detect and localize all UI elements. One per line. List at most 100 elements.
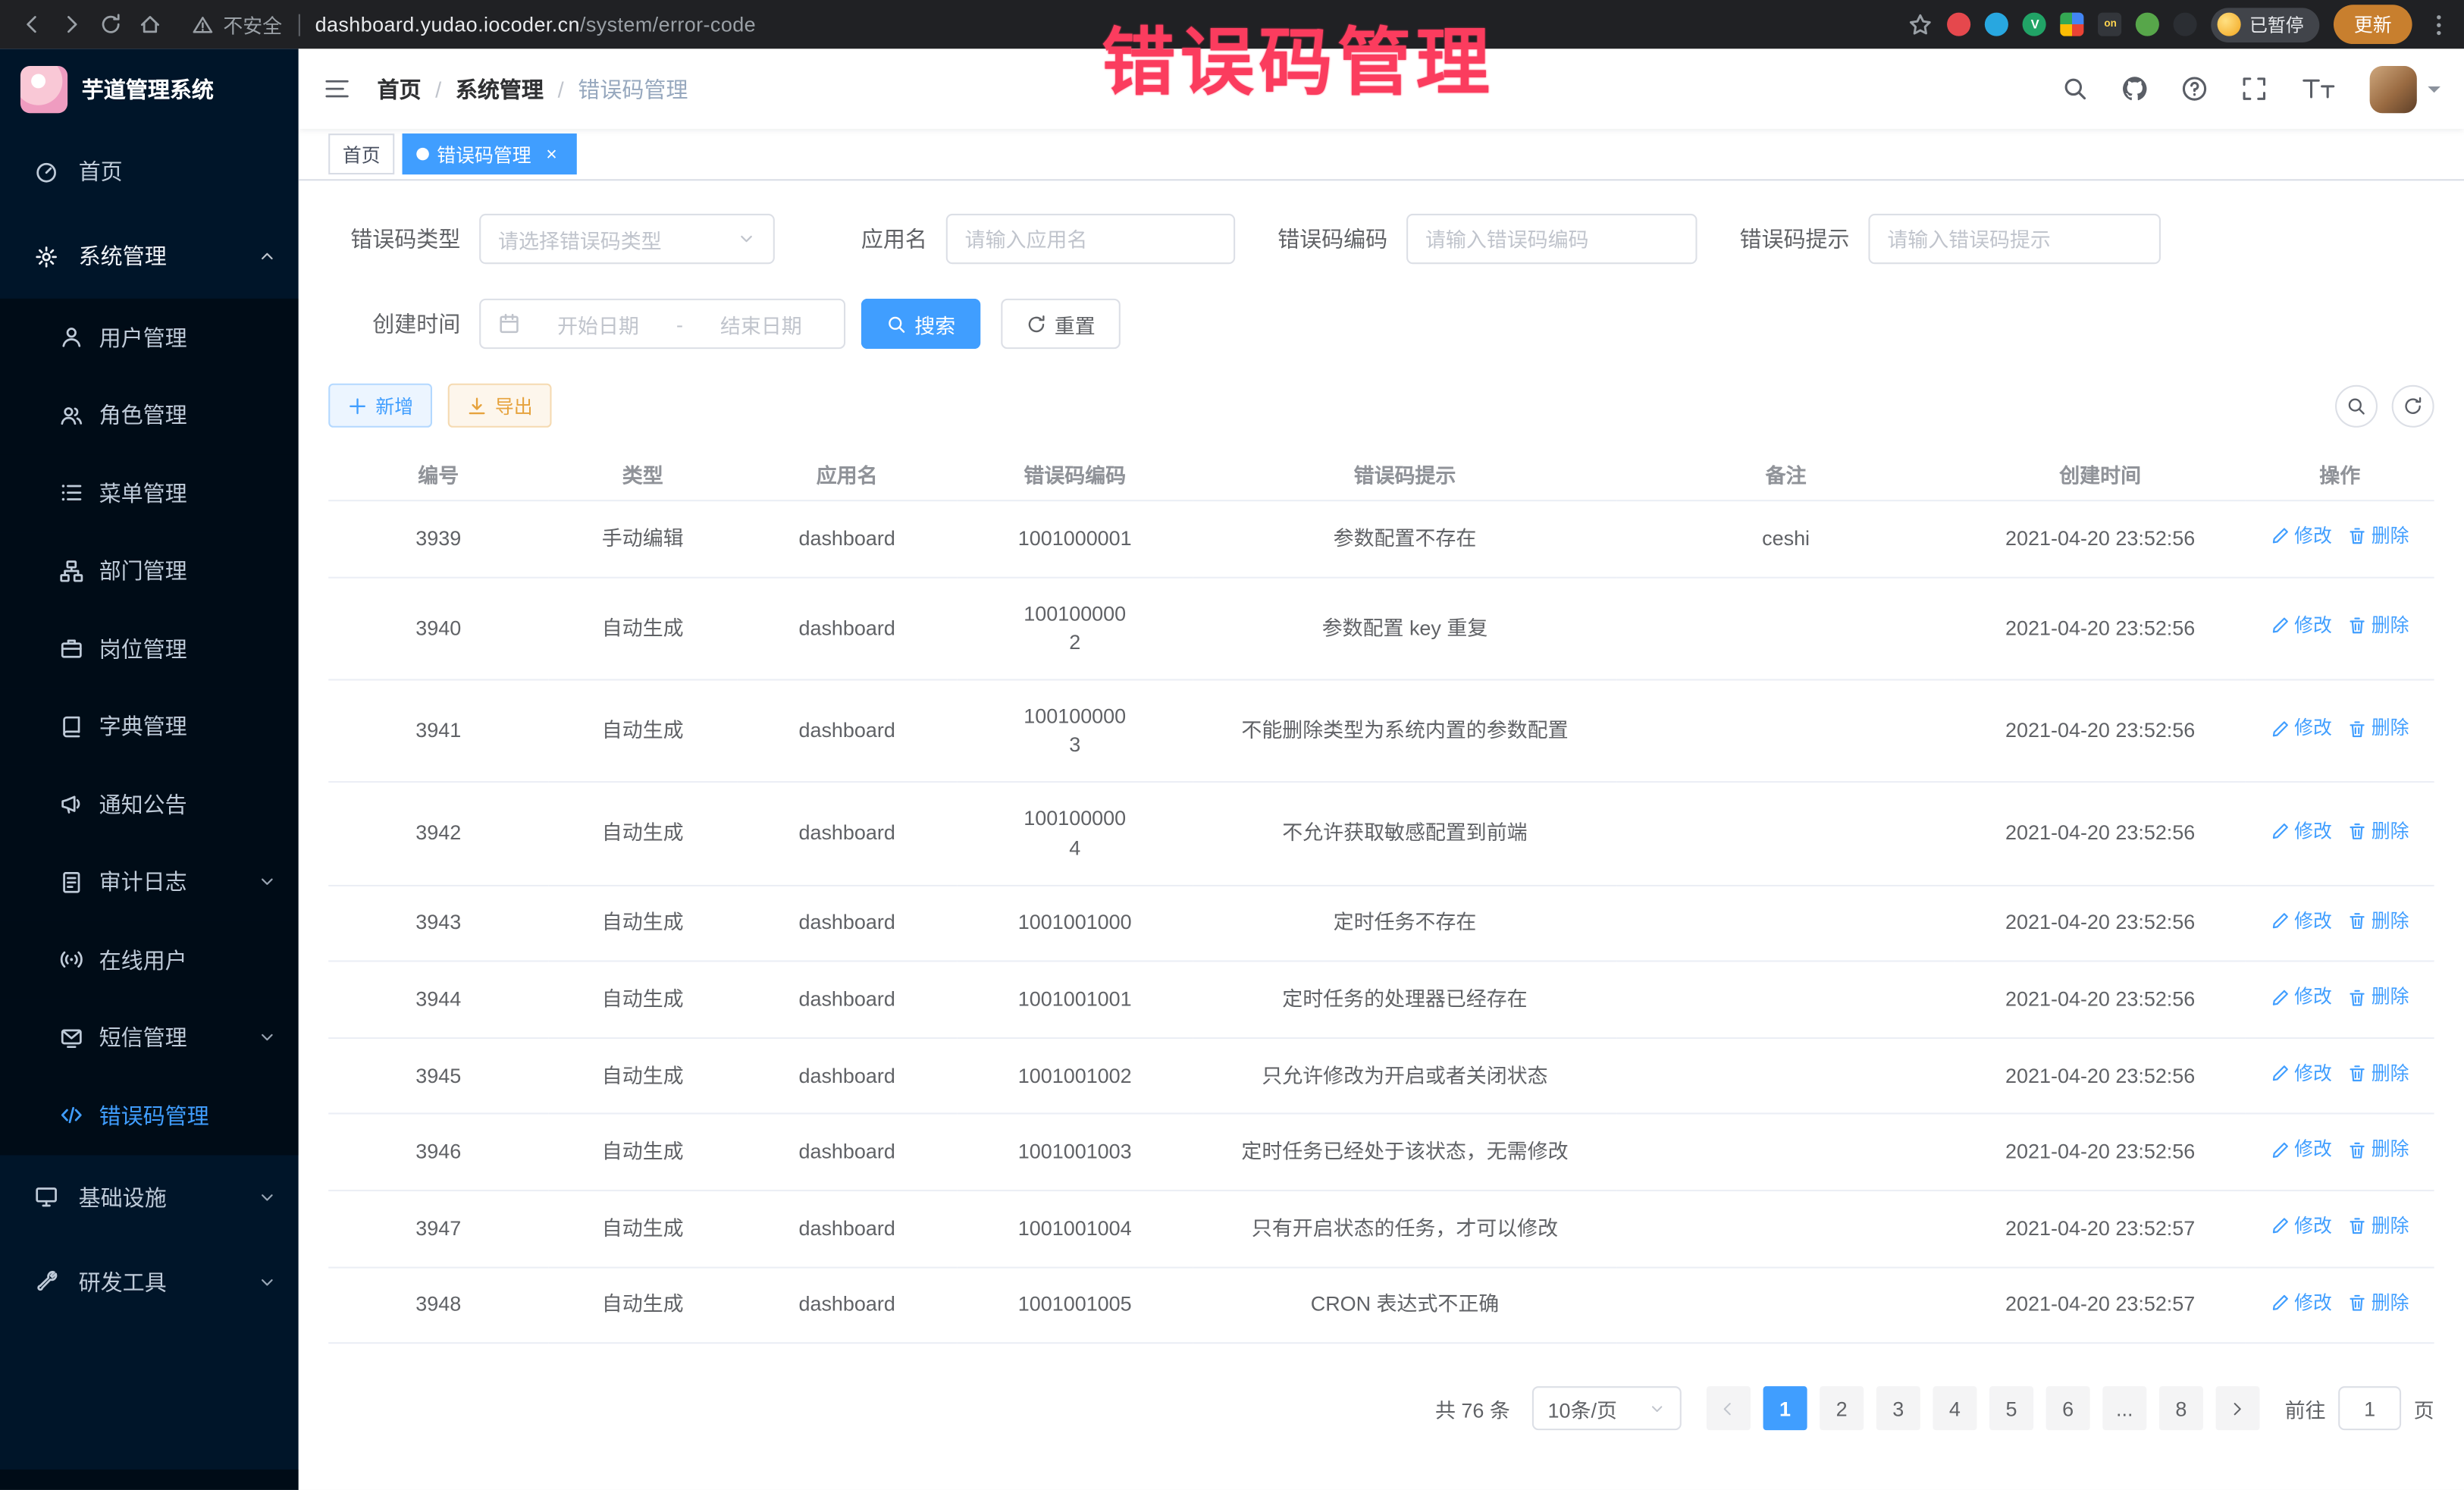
tag-item[interactable]: 首页	[328, 133, 394, 174]
extension-icon[interactable]	[2136, 13, 2160, 36]
extension-icon[interactable]	[1986, 13, 2009, 36]
sidebar-item[interactable]: 系统管理	[0, 214, 299, 299]
reset-button[interactable]: 重置	[1001, 299, 1121, 349]
extension-icon[interactable]: on	[2099, 13, 2122, 36]
header-search-icon[interactable]	[2061, 75, 2088, 102]
sidebar-menu: 首页系统管理用户管理角色管理菜单管理部门管理岗位管理字典管理通知公告审计日志在线…	[0, 129, 299, 1470]
edit-link[interactable]: 修改	[2271, 1290, 2332, 1316]
profile-paused-chip[interactable]: 已暂停	[2212, 7, 2319, 42]
prev-page-button[interactable]	[1707, 1386, 1751, 1430]
extension-icon[interactable]	[2061, 13, 2084, 36]
sidebar-item[interactable]: 岗位管理	[0, 610, 299, 688]
sidebar-item[interactable]: 菜单管理	[0, 454, 299, 532]
delete-link[interactable]: 删除	[2348, 1137, 2409, 1163]
date-range-picker[interactable]: 开始日期 - 结束日期	[479, 299, 845, 349]
edit-link[interactable]: 修改	[2271, 908, 2332, 934]
column-header: 类型	[548, 448, 737, 500]
browser-menu-icon[interactable]	[2426, 12, 2451, 37]
delete-link[interactable]: 删除	[2348, 908, 2409, 934]
sidebar-item[interactable]: 短信管理	[0, 999, 299, 1077]
browser-update-button[interactable]: 更新	[2334, 5, 2412, 44]
error-hint-input[interactable]	[1868, 214, 2161, 264]
page-button[interactable]: 8	[2159, 1386, 2203, 1430]
edit-link[interactable]: 修改	[2271, 984, 2332, 1011]
page-ellipsis-button[interactable]: ...	[2102, 1386, 2146, 1430]
delete-link[interactable]: 删除	[2348, 523, 2409, 550]
table-row: 3948自动生成dashboard1001001005CRON 表达式不正确20…	[328, 1267, 2434, 1344]
delete-link[interactable]: 删除	[2348, 1290, 2409, 1316]
sidebar-item[interactable]: 字典管理	[0, 688, 299, 766]
site-security-chip[interactable]: 不安全	[192, 9, 282, 39]
font-size-icon[interactable]	[2300, 75, 2337, 102]
edit-link[interactable]: 修改	[2271, 818, 2332, 845]
fullscreen-icon[interactable]	[2241, 75, 2268, 102]
help-icon[interactable]	[2181, 75, 2208, 102]
tag-item[interactable]: 错误码管理×	[403, 133, 577, 174]
extension-icon[interactable]	[1948, 13, 1971, 36]
browser-forward-button[interactable]	[52, 5, 91, 44]
error-code-input[interactable]	[1406, 214, 1697, 264]
edit-link[interactable]: 修改	[2271, 523, 2332, 550]
delete-link[interactable]: 删除	[2348, 613, 2409, 639]
briefcase-icon	[60, 637, 83, 660]
delete-link[interactable]: 删除	[2348, 1213, 2409, 1240]
page-button[interactable]: 1	[1763, 1386, 1807, 1430]
sidebar-item-label: 系统管理	[79, 240, 167, 271]
github-icon[interactable]	[2121, 75, 2148, 102]
browser-reload-button[interactable]	[91, 5, 130, 44]
cell-msg: 参数配置 key 重复	[1193, 577, 1617, 680]
sidebar-item[interactable]: 首页	[0, 129, 299, 214]
delete-link[interactable]: 删除	[2348, 716, 2409, 742]
next-page-button[interactable]	[2215, 1386, 2259, 1430]
sidebar-item[interactable]: 部门管理	[0, 532, 299, 610]
app-name-input[interactable]	[946, 214, 1235, 264]
sidebar-item[interactable]: 审计日志	[0, 843, 299, 921]
user-avatar-menu[interactable]	[2370, 65, 2440, 112]
sidebar-item[interactable]: 在线用户	[0, 921, 299, 999]
edit-link[interactable]: 修改	[2271, 613, 2332, 639]
delete-link[interactable]: 删除	[2348, 984, 2409, 1011]
edit-link[interactable]: 修改	[2271, 716, 2332, 742]
delete-link[interactable]: 删除	[2348, 818, 2409, 845]
page-button[interactable]: 6	[2046, 1386, 2090, 1430]
page-button[interactable]: 3	[1876, 1386, 1920, 1430]
search-button-label: 搜索	[914, 309, 955, 338]
hamburger-icon[interactable]	[322, 74, 352, 103]
edit-link[interactable]: 修改	[2271, 1061, 2332, 1087]
sidebar-item[interactable]: 角色管理	[0, 376, 299, 454]
extension-icon[interactable]: V	[2024, 13, 2047, 36]
delete-link[interactable]: 删除	[2348, 1061, 2409, 1087]
sidebar-item[interactable]: 基础设施	[0, 1154, 299, 1239]
refresh-table-button[interactable]	[2392, 384, 2434, 427]
dashboard-icon	[35, 159, 58, 183]
error-type-select[interactable]: 请选择错误码类型	[479, 214, 775, 264]
tag-close-icon[interactable]: ×	[541, 143, 563, 165]
page-button[interactable]: 2	[1820, 1386, 1864, 1430]
sidebar-item[interactable]: 通知公告	[0, 765, 299, 843]
browser-back-button[interactable]	[13, 5, 52, 44]
toggle-search-button[interactable]	[2335, 384, 2378, 427]
page-size-select[interactable]: 10条/页	[1532, 1386, 1682, 1430]
browser-home-button[interactable]	[130, 5, 170, 44]
extension-icon[interactable]	[2174, 13, 2198, 36]
sidebar-item[interactable]: 错误码管理	[0, 1077, 299, 1155]
export-button[interactable]: 导出	[448, 384, 552, 428]
breadcrumb-item[interactable]: 首页	[377, 73, 421, 104]
goto-page-input[interactable]	[2338, 1386, 2401, 1430]
refresh-icon	[2403, 395, 2423, 416]
breadcrumb-item[interactable]: 系统管理	[456, 73, 544, 104]
address-bar[interactable]: dashboard.yudao.iocoder.cn/system/error-…	[315, 13, 756, 36]
page-button[interactable]: 4	[1933, 1386, 1977, 1430]
paused-label: 已暂停	[2249, 12, 2304, 37]
sidebar-item[interactable]: 用户管理	[0, 299, 299, 377]
sidebar-collapse-area[interactable]	[0, 1470, 299, 1490]
sidebar-item[interactable]: 研发工具	[0, 1239, 299, 1324]
search-button[interactable]: 搜索	[861, 299, 981, 349]
page-button[interactable]: 5	[1989, 1386, 2033, 1430]
edit-link[interactable]: 修改	[2271, 1137, 2332, 1163]
edit-link[interactable]: 修改	[2271, 1213, 2332, 1240]
error-type-label: 错误码类型	[328, 223, 479, 254]
app-logo[interactable]: 芋道管理系统	[0, 49, 299, 129]
bookmark-star-icon[interactable]	[1908, 12, 1933, 37]
add-button[interactable]: 新增	[328, 384, 432, 428]
